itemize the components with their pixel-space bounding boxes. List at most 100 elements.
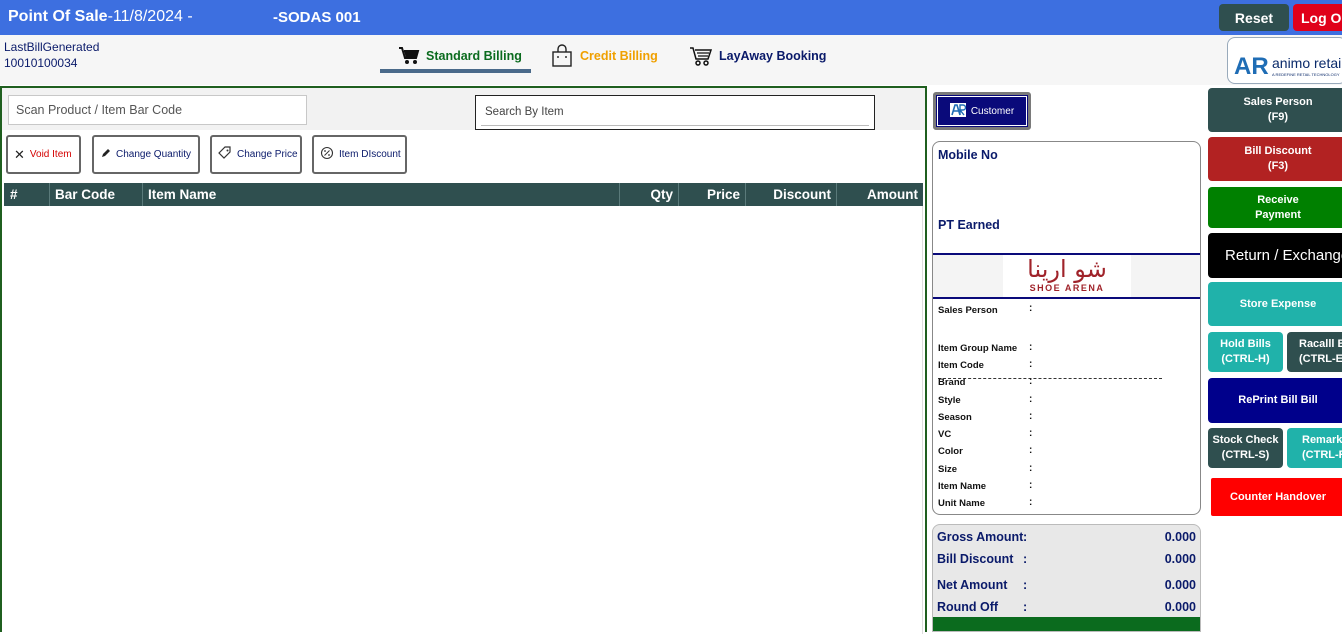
top-bar: Point Of Sale-11/8/2024 - -SODAS 001 Res… bbox=[0, 0, 1342, 35]
receive-payment-line2: Payment bbox=[1255, 208, 1301, 221]
gross-amount-label: Gross Amount bbox=[937, 530, 1024, 544]
discount-icon bbox=[320, 146, 334, 163]
mobile-no-label: Mobile No bbox=[938, 148, 998, 162]
price-tag-icon bbox=[218, 146, 232, 163]
detail-item-code-label: Item Code bbox=[938, 360, 984, 371]
tab-standard-billing-label: Standard Billing bbox=[426, 49, 522, 63]
detail-colon: : bbox=[1029, 497, 1033, 508]
bill-discount-value: 0.000 bbox=[1164, 552, 1196, 566]
detail-sales-person-label: Sales Person bbox=[938, 305, 998, 316]
store-expense-label: Store Expense bbox=[1239, 297, 1317, 310]
shoe-arena-logo: شو ارينا SHOE ARENA bbox=[1003, 255, 1131, 297]
shopping-bag-icon bbox=[550, 44, 574, 68]
logout-button[interactable]: Log Out bbox=[1293, 4, 1342, 31]
trolley-icon bbox=[689, 45, 713, 67]
remarks-label: Remarks bbox=[1302, 434, 1342, 446]
net-amount-value: 0.000 bbox=[1164, 578, 1196, 592]
return-exchange-button[interactable]: Return / Exchange bbox=[1208, 233, 1342, 278]
sales-person-shortcut: (F9) bbox=[1267, 111, 1289, 123]
bill-discount-shortcut: (F3) bbox=[1267, 160, 1289, 172]
store-name: -SODAS 001 bbox=[273, 9, 361, 26]
logo-name: animo retail bbox=[1272, 55, 1342, 71]
col-amount[interactable]: Amount bbox=[837, 183, 923, 206]
col-item-name[interactable]: Item Name bbox=[143, 183, 620, 206]
close-icon: ✕ bbox=[14, 146, 25, 162]
hold-bills-label: Hold Bills bbox=[1220, 338, 1271, 350]
stock-check-shortcut: (CTRL-S) bbox=[1221, 449, 1270, 461]
tab-layaway-booking[interactable]: LayAway Booking bbox=[689, 44, 826, 68]
logo-tagline: A REDEFINE RETAIL TECHNOLOGY bbox=[1272, 72, 1340, 77]
detail-colon: : bbox=[1029, 480, 1033, 491]
recall-bills-button[interactable]: Racalll Bills (CTRL-E) bbox=[1287, 332, 1342, 372]
reprint-bill-label: RePrint Bill Bill bbox=[1238, 394, 1318, 406]
store-expense-button[interactable]: Store Expense bbox=[1208, 282, 1342, 326]
item-discount-label: Item DIscount bbox=[339, 149, 401, 160]
change-price-label: Change Price bbox=[237, 149, 298, 160]
sales-person-button-label: Sales Person bbox=[1243, 96, 1313, 108]
cart-grid-body[interactable] bbox=[4, 206, 923, 634]
hold-bills-button[interactable]: Hold Bills (CTRL-H) bbox=[1208, 332, 1283, 372]
change-price-button[interactable]: Change Price bbox=[210, 135, 302, 174]
detail-colon: : bbox=[1029, 359, 1033, 370]
detail-colon: : bbox=[1029, 303, 1033, 314]
detail-colon: : bbox=[1029, 394, 1033, 405]
app-title-text: Point Of Sale bbox=[8, 8, 108, 25]
remarks-shortcut: (CTRL-R) bbox=[1302, 449, 1342, 461]
search-underline bbox=[481, 125, 869, 126]
totals-colon: : bbox=[1023, 600, 1028, 614]
recall-bills-label: Racalll Bills bbox=[1299, 338, 1342, 350]
billing-bar bbox=[0, 35, 1342, 85]
remarks-button[interactable]: Remarks (CTRL-R) bbox=[1287, 428, 1342, 468]
receive-payment-button[interactable]: Receive Payment bbox=[1208, 187, 1342, 228]
search-item-input[interactable]: Search By Item bbox=[475, 95, 875, 130]
col-discount[interactable]: Discount bbox=[746, 183, 837, 206]
void-item-label: Void Item bbox=[29, 149, 72, 160]
item-discount-button[interactable]: Item DIscount bbox=[312, 135, 407, 174]
receive-payment-line1: Receive bbox=[1257, 193, 1299, 206]
cart-icon bbox=[398, 46, 420, 66]
logo-mark: AR bbox=[1234, 53, 1269, 80]
change-quantity-button[interactable]: Change Quantity bbox=[92, 135, 200, 174]
sales-person-button[interactable]: Sales Person (F9) bbox=[1208, 88, 1342, 132]
bill-discount-label: Bill Discount bbox=[937, 552, 1014, 566]
stock-check-button[interactable]: Stock Check (CTRL-S) bbox=[1208, 428, 1283, 468]
reprint-bill-button[interactable]: RePrint Bill Bill bbox=[1208, 378, 1342, 423]
void-item-button[interactable]: ✕ Void Item bbox=[6, 135, 81, 174]
return-exchange-label: Return / Exchange bbox=[1225, 247, 1342, 264]
pencil-icon bbox=[100, 148, 111, 162]
recall-bills-shortcut: (CTRL-E) bbox=[1299, 353, 1342, 365]
active-tab-indicator bbox=[380, 69, 531, 73]
reset-button[interactable]: Reset bbox=[1219, 4, 1289, 31]
detail-item-group-name-label: Item Group Name bbox=[938, 343, 1018, 354]
round-off-label: Round Off bbox=[937, 600, 999, 614]
last-bill-number: 10010100034 bbox=[4, 56, 78, 70]
detail-color-label: Color bbox=[938, 446, 963, 457]
detail-brand-label: Brand bbox=[938, 377, 966, 388]
detail-colon: : bbox=[1029, 342, 1033, 353]
last-bill-info: LastBillGenerated 10010100034 bbox=[4, 39, 99, 71]
last-bill-label: LastBillGenerated bbox=[4, 40, 100, 54]
tab-credit-billing[interactable]: Credit Billing bbox=[550, 44, 658, 68]
tab-standard-billing[interactable]: Standard Billing bbox=[398, 44, 522, 68]
detail-vc-label: VC bbox=[938, 429, 952, 440]
totals-colon: : bbox=[1023, 530, 1028, 544]
col-qty[interactable]: Qty bbox=[620, 183, 679, 206]
net-amount-label: Net Amount bbox=[937, 578, 1008, 592]
detail-size-label: Size bbox=[938, 464, 958, 475]
detail-colon: : bbox=[1029, 376, 1033, 387]
counter-handover-button[interactable]: Counter Handover bbox=[1211, 478, 1342, 516]
animo-retail-logo: AR animo retail A REDEFINE RETAIL TECHNO… bbox=[1227, 37, 1342, 84]
tab-credit-billing-label: Credit Billing bbox=[580, 49, 658, 63]
totals-colon: : bbox=[1023, 578, 1028, 592]
col-index[interactable]: # bbox=[4, 183, 50, 206]
stock-check-label: Stock Check bbox=[1212, 434, 1279, 446]
gross-amount-value: 0.000 bbox=[1164, 530, 1196, 544]
col-price[interactable]: Price bbox=[679, 183, 746, 206]
bill-discount-button[interactable]: Bill Discount (F3) bbox=[1208, 137, 1342, 181]
cart-panel: Scan Product / Item Bar Code Search By I… bbox=[0, 86, 927, 634]
brand-english-name: SHOE ARENA bbox=[1029, 283, 1105, 293]
brand-banner: شو ارينا SHOE ARENA bbox=[933, 253, 1200, 299]
customer-button[interactable]: Customer bbox=[933, 92, 1031, 130]
col-bar-code[interactable]: Bar Code bbox=[50, 183, 143, 206]
scan-barcode-input[interactable]: Scan Product / Item Bar Code bbox=[8, 95, 307, 125]
